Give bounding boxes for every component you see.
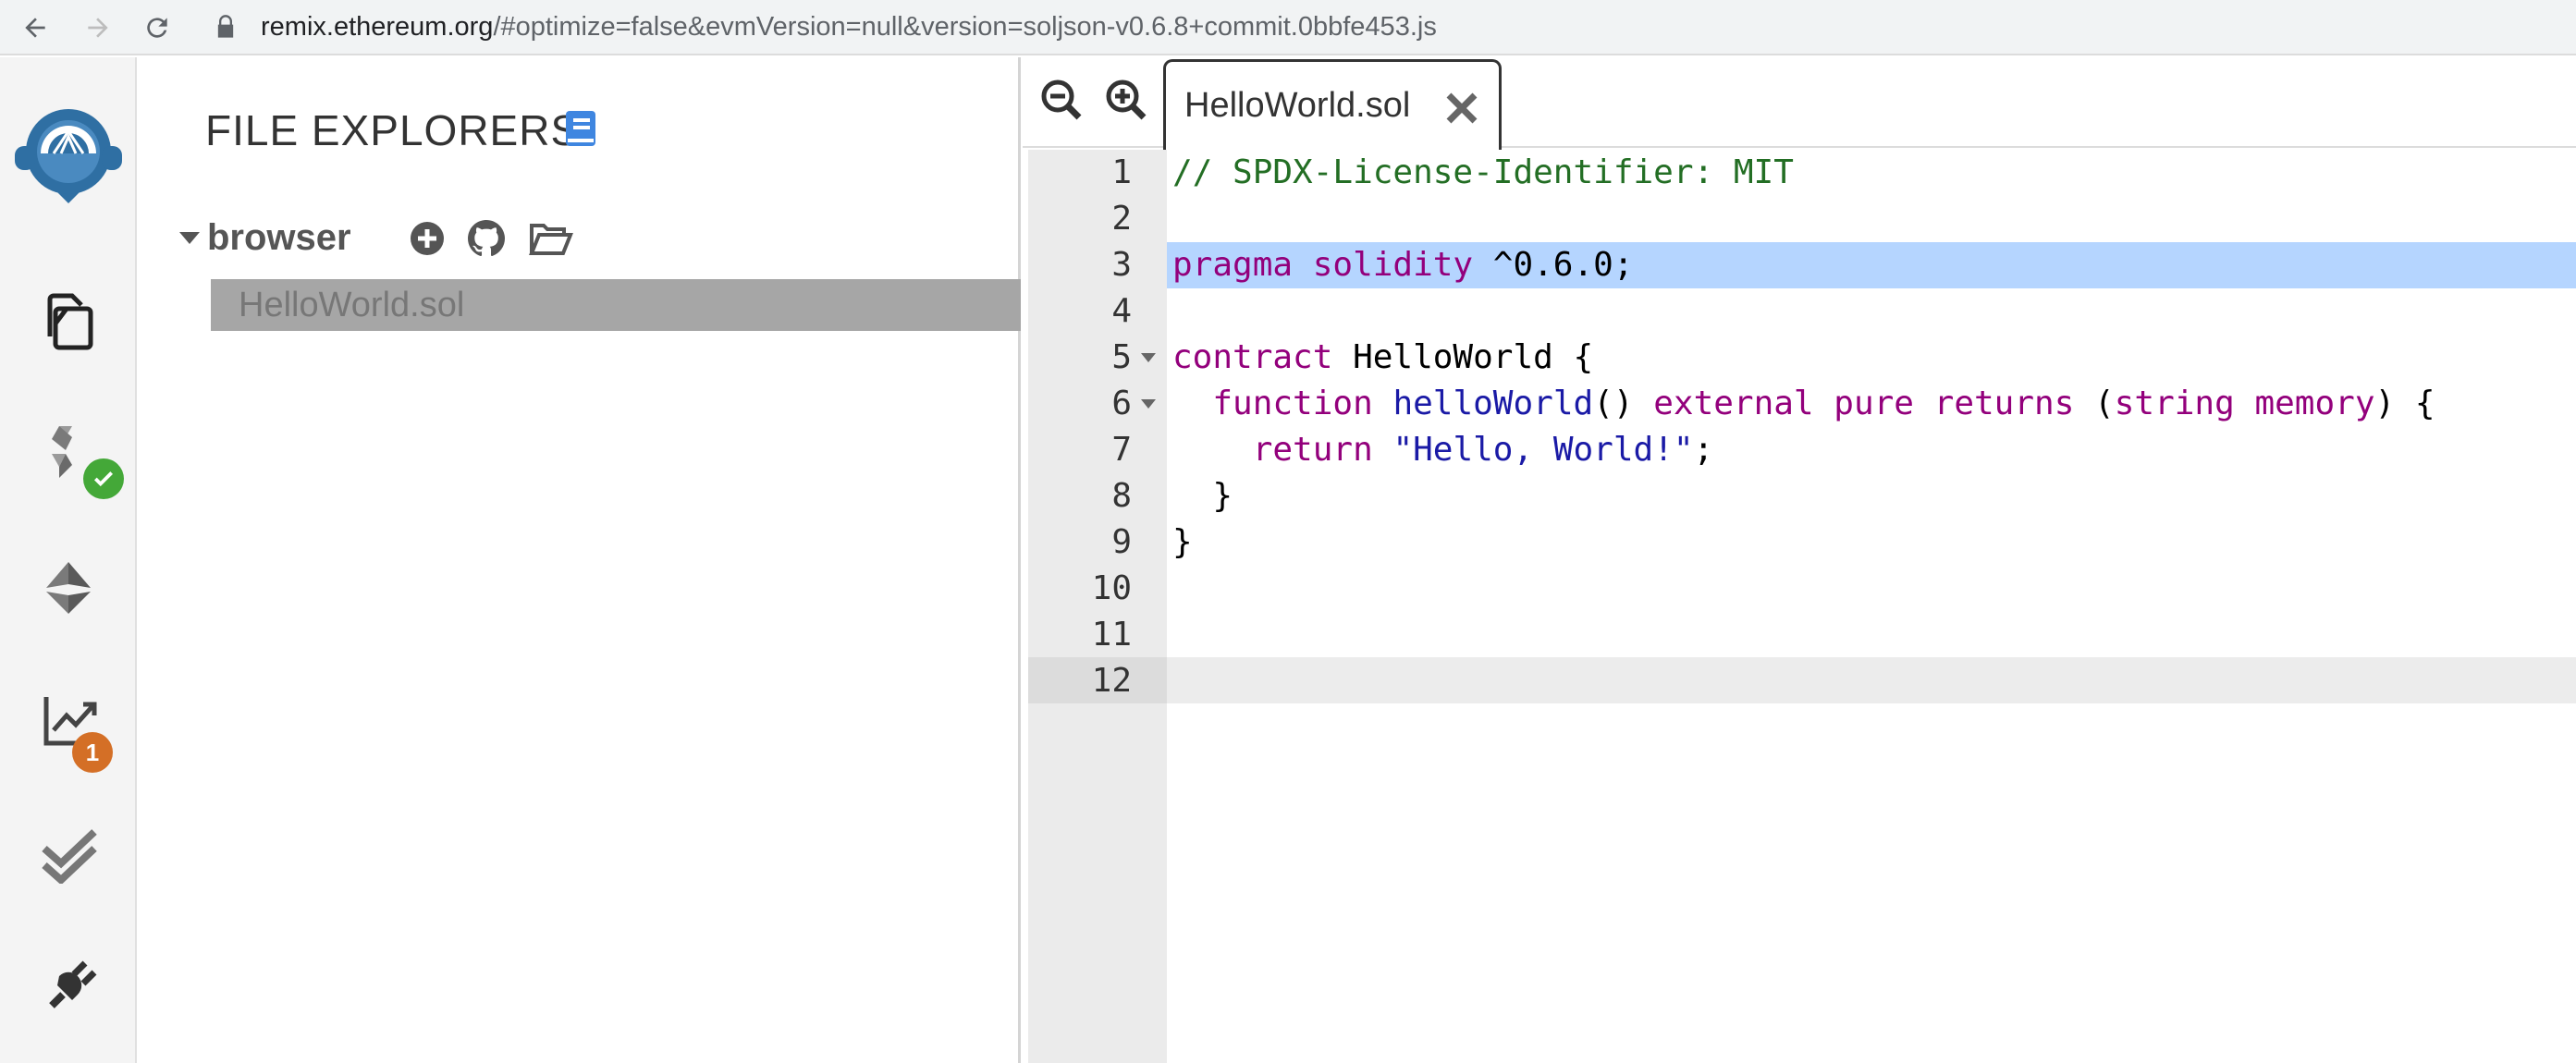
code-line[interactable]: 6 function helloWorld() external pure re… [1023, 381, 2576, 427]
code-line[interactable]: 10 [1023, 566, 2576, 612]
line-text-return: return "Hello, World!"; [1252, 431, 1714, 469]
open-folder-button[interactable] [527, 218, 575, 259]
line-text-pragma: pragma solidity ^0.6.0; [1172, 246, 1634, 284]
reload-button[interactable] [135, 6, 179, 50]
documentation-icon[interactable] [564, 109, 597, 148]
line-number: 1 [1111, 153, 1132, 191]
line-number: 2 [1111, 200, 1132, 238]
file-item-helloworld[interactable]: HelloWorld.sol [211, 279, 1021, 331]
line-number: 8 [1111, 477, 1132, 515]
analysis-count-badge: 1 [72, 732, 113, 773]
tab-helloworld[interactable]: HelloWorld.sol [1163, 59, 1502, 150]
token-fn-name: helloWorld [1392, 385, 1594, 422]
fold-caret-icon[interactable] [1141, 353, 1156, 362]
code-line[interactable]: 11 [1023, 612, 2576, 658]
line-text: } [1172, 523, 1193, 561]
file-explorer-panel: FILE EXPLORERS browser HelloWorld.sol [139, 57, 1021, 1063]
line-number: 4 [1111, 292, 1132, 330]
rail-analysis[interactable]: 1 [31, 682, 113, 773]
github-icon [468, 220, 505, 257]
code-line[interactable]: 9 } [1023, 519, 2576, 566]
fold-caret-icon[interactable] [1141, 399, 1156, 409]
code-line[interactable]: 5 contract HelloWorld { [1023, 335, 2576, 381]
github-gist-button[interactable] [466, 218, 507, 259]
zoom-out-icon [1041, 79, 1082, 120]
rail-file-explorer[interactable] [31, 283, 109, 360]
token-modifiers: external pure returns [1653, 385, 2075, 422]
token-contract: contract [1172, 338, 1333, 376]
reload-icon [147, 18, 167, 38]
check-icon [93, 471, 114, 487]
file-explorer-icon [47, 293, 93, 350]
file-name: HelloWorld.sol [239, 285, 465, 324]
address-bar[interactable]: remix.ethereum.org/#optimize=false&evmVe… [196, 3, 2563, 51]
line-number: 11 [1091, 616, 1132, 654]
browser-bar: remix.ethereum.org/#optimize=false&evmVe… [0, 0, 2576, 55]
create-file-button[interactable] [407, 218, 448, 259]
lock-icon [217, 15, 234, 38]
remix-logo[interactable] [11, 94, 126, 209]
line-number: 6 [1111, 385, 1132, 422]
code-line[interactable]: 12 [1023, 658, 2576, 704]
code-line[interactable]: 2 [1023, 196, 2576, 242]
line-number: 9 [1111, 523, 1132, 561]
tab-label: HelloWorld.sol [1184, 86, 1411, 125]
arrow-left-icon [25, 18, 45, 38]
folder-open-icon [529, 224, 573, 255]
plug-icon [49, 960, 97, 1008]
line-number: 7 [1111, 431, 1132, 469]
plus-circle-icon [411, 222, 444, 255]
line-text-function: function helloWorld() external pure retu… [1212, 385, 2435, 422]
compile-success-badge [83, 458, 124, 499]
caret-down-icon [179, 231, 200, 244]
rail-solidity-compiler[interactable] [31, 416, 124, 499]
code-line[interactable]: 4 [1023, 288, 2576, 335]
code-line[interactable]: 8 } [1023, 473, 2576, 519]
line-text: } [1172, 477, 1233, 515]
line-number: 3 [1111, 246, 1132, 284]
zoom-in-button[interactable] [1102, 76, 1150, 124]
back-button[interactable] [13, 6, 57, 50]
token-pragma: pragma solidity [1172, 246, 1474, 284]
editor-tabs-bar: HelloWorld.sol [1023, 57, 2576, 150]
zoom-out-button[interactable] [1037, 76, 1086, 124]
url-text: remix.ethereum.org/#optimize=false&evmVe… [261, 12, 1437, 43]
line-text: // SPDX-License-Identifier: MIT [1172, 153, 1794, 191]
zoom-in-icon [1106, 79, 1147, 120]
url-path: /#optimize=false&evmVersion=null&version… [493, 11, 1437, 42]
workspace-label: browser [207, 216, 351, 258]
remix-logo-icon [15, 109, 122, 203]
line-number: 12 [1091, 662, 1132, 700]
token-type: string memory [2114, 385, 2375, 422]
arrow-right-icon [88, 18, 108, 38]
workspace-folder[interactable]: browser [179, 213, 351, 263]
forward-button[interactable] [76, 6, 120, 50]
double-check-icon [42, 829, 97, 884]
code-line[interactable]: 7 return "Hello, World!"; [1023, 427, 2576, 473]
rail-plugin-manager[interactable] [31, 948, 109, 1026]
line-number: 10 [1091, 569, 1132, 607]
token-function: function [1212, 385, 1373, 422]
token-string: "Hello, World!" [1392, 431, 1694, 469]
line-number: 5 [1111, 338, 1132, 376]
rail-testing[interactable] [31, 815, 109, 893]
deploy-run-icon [46, 562, 91, 614]
line-text-contract: contract HelloWorld { [1172, 338, 1594, 376]
code-line[interactable]: 1 // SPDX-License-Identifier: MIT [1023, 150, 2576, 196]
code-line[interactable]: 3 pragma solidity ^0.6.0; [1023, 242, 2576, 288]
panel-title: FILE EXPLORERS [205, 106, 581, 154]
token-return: return [1252, 431, 1373, 469]
icon-panel: 1 [0, 57, 137, 1063]
close-icon[interactable] [1443, 90, 1480, 127]
rail-deploy-run[interactable] [31, 549, 109, 627]
url-host: remix.ethereum.org [261, 11, 494, 42]
